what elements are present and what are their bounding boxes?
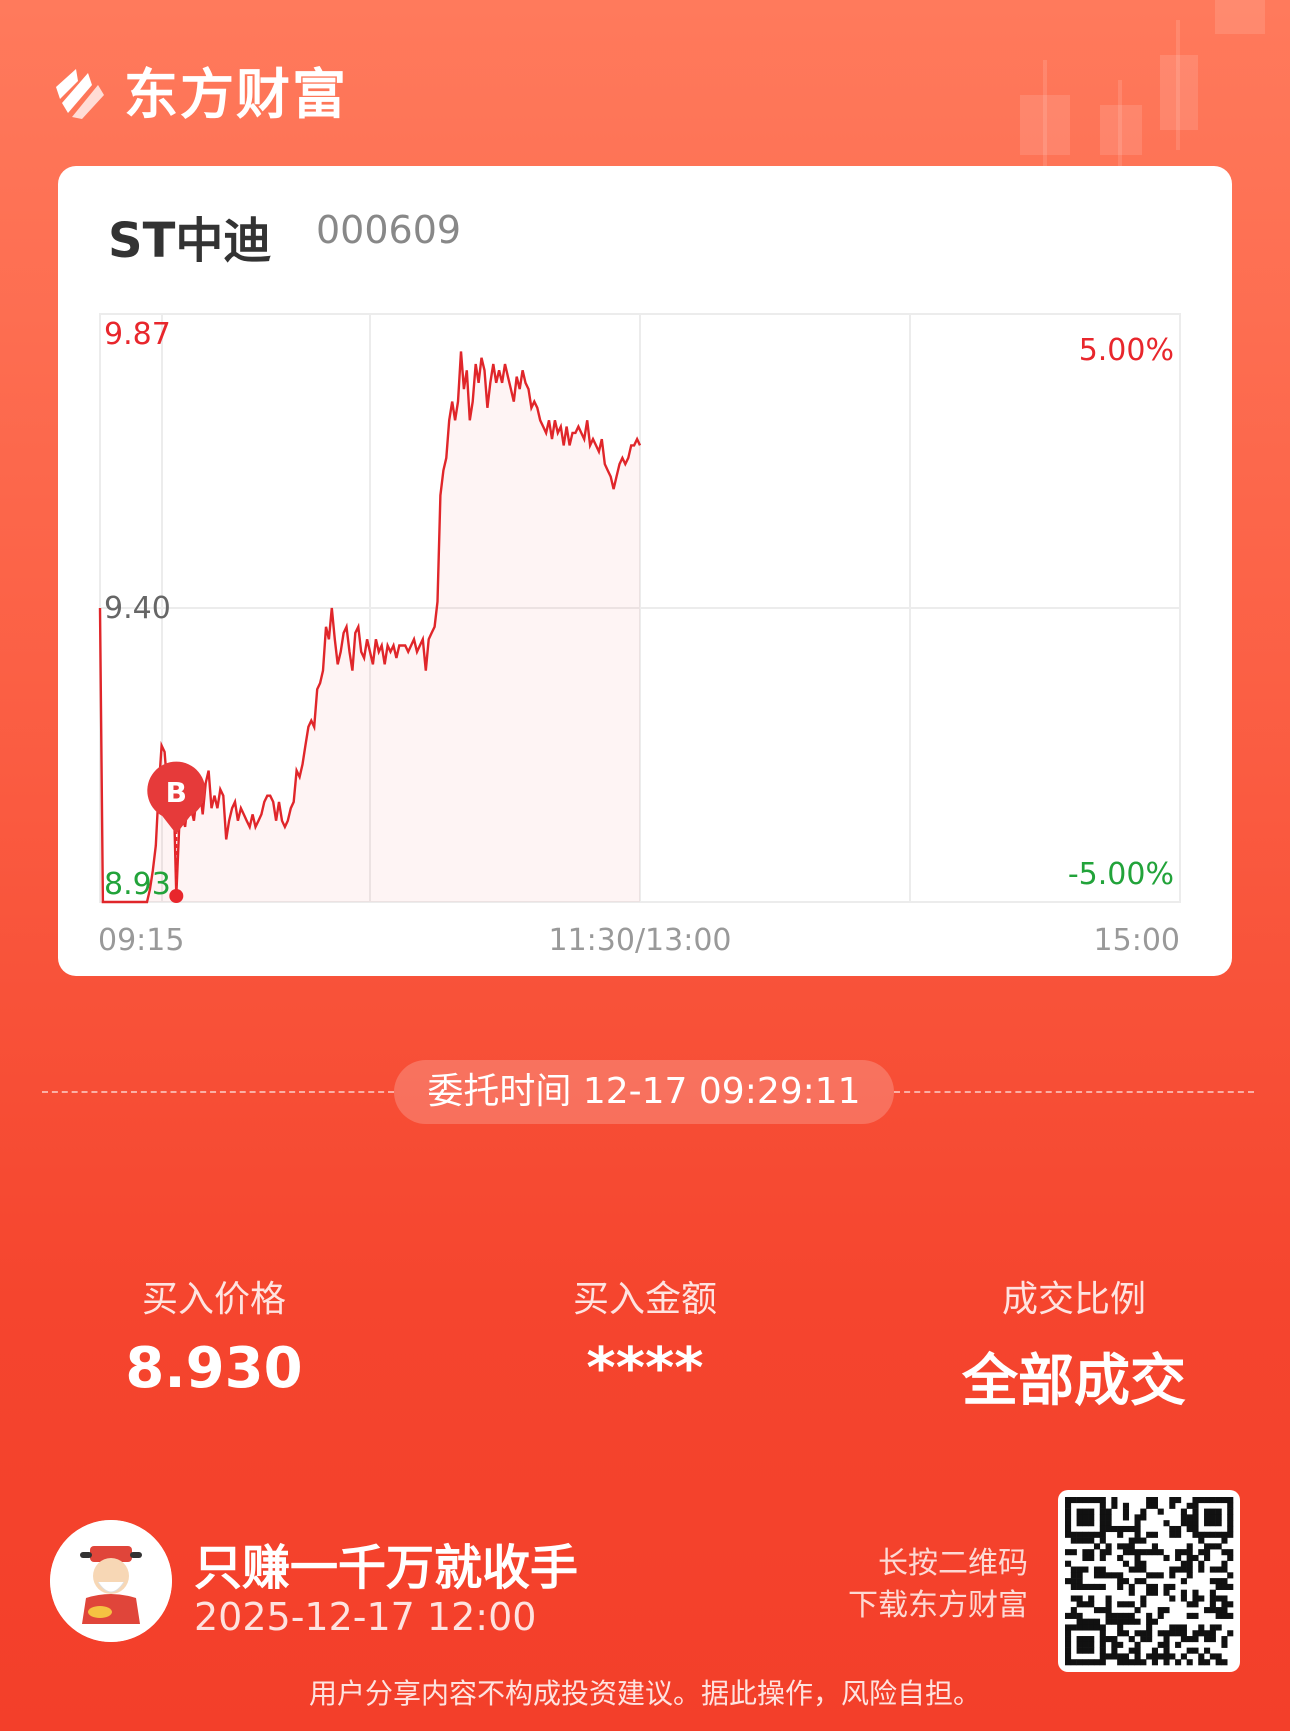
user-title: 只赚一千万就收手 (194, 1540, 579, 1596)
stat-buy-price: 买入价格 8.930 (64, 1270, 364, 1401)
x-label-midday: 11:30/13:00 (548, 923, 731, 958)
brand-logo: 东方财富 (48, 50, 348, 129)
order-time-pill: 委托时间 12-17 09:29:11 (394, 1060, 894, 1124)
qr-code[interactable] (1058, 1490, 1240, 1672)
marker-dot (169, 889, 184, 903)
avatar[interactable] (50, 1520, 172, 1642)
y-label-low: 8.93 (104, 867, 171, 902)
x-label-close: 15:00 (1094, 923, 1180, 958)
y-label-mid: 9.40 (104, 591, 171, 626)
pct-label-high: 5.00% (1079, 333, 1174, 368)
qr-code-icon (1065, 1497, 1234, 1666)
qr-hint-line2: 下载东方财富 (848, 1588, 1028, 1623)
stat-value: **** (586, 1336, 704, 1401)
qr-hint: 长按二维码 下载东方财富 (848, 1543, 1028, 1627)
order-time-row: 委托时间 12-17 09:29:11 (0, 1060, 1290, 1124)
stat-buy-amount: 买入金额 **** (495, 1270, 795, 1401)
qr-hint-line1: 长按二维码 (878, 1546, 1028, 1581)
x-label-open: 09:15 (98, 923, 184, 958)
y-label-high: 9.87 (104, 317, 171, 352)
pct-label-low: -5.00% (1068, 857, 1174, 892)
stat-label: 成交比例 (1001, 1279, 1146, 1320)
divider-right (894, 1091, 1254, 1093)
stock-chart-card: ST中迪 000609 B 9.87 9.40 8.93 5.00% -5.00… (58, 166, 1232, 976)
divider-left (42, 1091, 394, 1093)
intraday-chart: B 9.87 9.40 8.93 5.00% -5.00% 09:15 11:3… (98, 313, 1181, 958)
stat-label: 买入价格 (141, 1279, 286, 1320)
marker-label: B (166, 776, 187, 809)
brand-name: 东方财富 (124, 63, 348, 126)
eastmoney-logo-icon (56, 68, 104, 119)
fortune-god-avatar-icon (50, 1520, 172, 1642)
disclaimer: 用户分享内容不构成投资建议。据此操作，风险自担。 (308, 1677, 981, 1710)
share-date: 2025-12-17 12:00 (194, 1595, 537, 1639)
stat-value: 全部成交 (962, 1349, 1186, 1414)
stat-label: 买入金额 (572, 1279, 717, 1320)
stat-fill-ratio: 成交比例 全部成交 (924, 1270, 1224, 1417)
stat-value: 8.930 (125, 1336, 303, 1401)
